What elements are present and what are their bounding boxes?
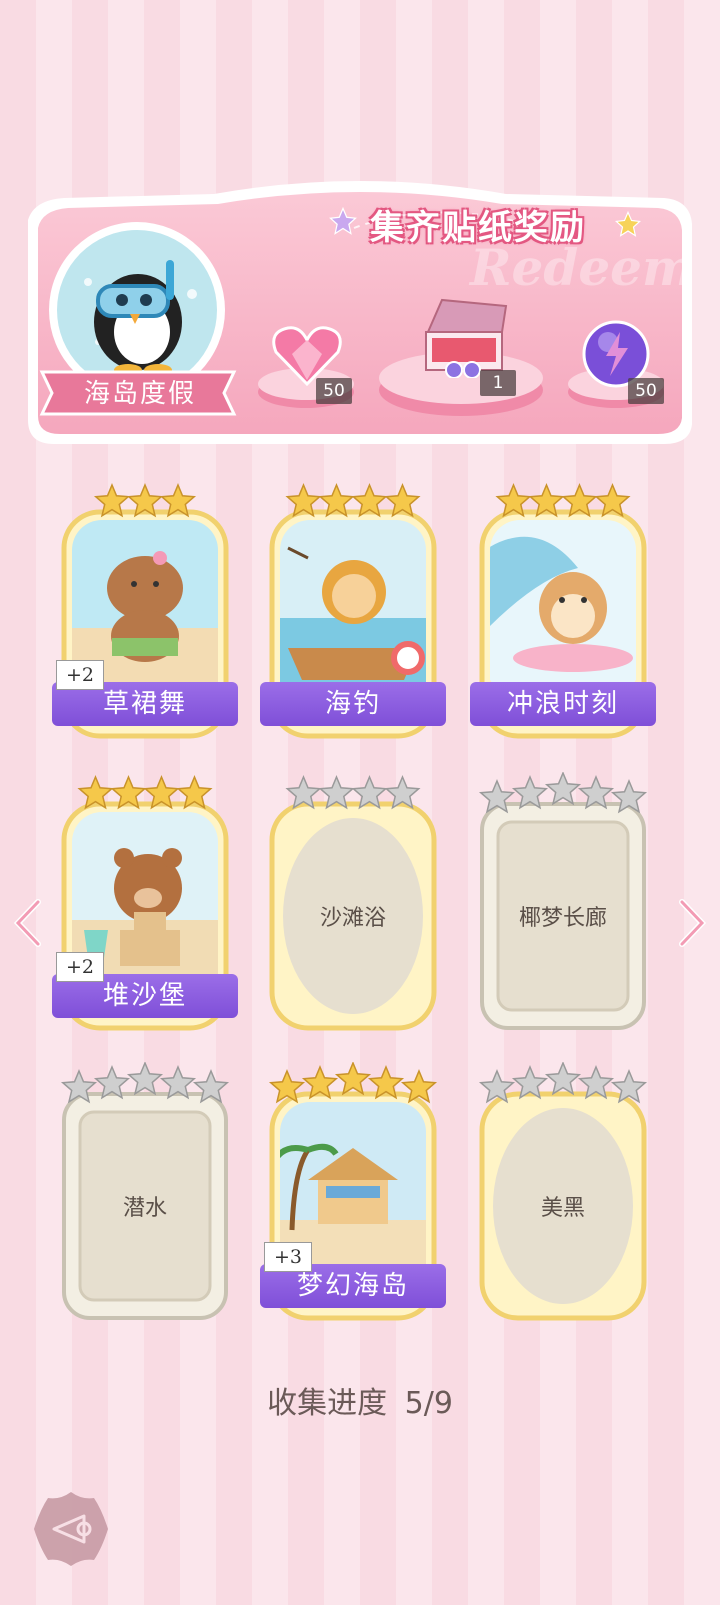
star-icon — [285, 775, 322, 810]
star-icon — [318, 483, 355, 518]
duplicate-count-badge: +2 — [56, 660, 104, 690]
star-icon — [93, 1065, 131, 1100]
star-icon — [318, 775, 355, 810]
star-icon — [126, 483, 164, 518]
star-icon — [60, 1069, 98, 1104]
card-name: 美黑 — [540, 1196, 585, 1221]
star-icon — [400, 1069, 438, 1104]
sticker-card[interactable]: 椰梦长廊 — [478, 772, 648, 1050]
card-name: 沙滩浴 — [319, 906, 386, 931]
card-name: 椰梦长廊 — [518, 906, 607, 931]
star-icon — [110, 775, 147, 810]
star-rating — [285, 483, 421, 518]
card-name: 冲浪时刻 — [470, 682, 656, 726]
star-icon — [301, 1065, 339, 1100]
star-icon — [511, 775, 549, 810]
star-icon — [610, 779, 648, 814]
star-icon — [351, 483, 388, 518]
star-icon — [561, 483, 598, 518]
star-rating — [268, 1062, 438, 1104]
theme-name: 海岛度假 — [83, 379, 196, 409]
card-name: 海钓 — [260, 682, 446, 726]
star-icon — [143, 775, 180, 810]
progress-label: 收集进度 — [267, 1386, 388, 1421]
star-icon — [577, 775, 615, 810]
sticker-card[interactable]: 潜水 — [60, 1062, 230, 1340]
star-icon — [159, 1065, 197, 1100]
star-icon — [93, 483, 131, 518]
star-icon — [367, 1065, 405, 1100]
star-rating — [60, 1062, 230, 1104]
star-icon — [495, 483, 532, 518]
sticker-card[interactable]: 海钓 — [260, 483, 446, 758]
star-rating — [285, 775, 421, 810]
star-icon — [577, 1065, 615, 1100]
star-icon — [610, 1069, 648, 1104]
star-icon — [268, 1069, 306, 1104]
star-icon — [544, 1062, 582, 1096]
back-button[interactable] — [32, 1490, 110, 1568]
sticker-card[interactable]: 梦幻海岛 +3 — [260, 1062, 446, 1340]
progress-value: 5/9 — [404, 1386, 453, 1421]
star-rating — [478, 772, 648, 814]
star-icon — [159, 483, 197, 518]
previous-page-arrow-icon[interactable] — [12, 898, 44, 948]
reward-count-2: 1 — [480, 370, 516, 396]
sticker-card[interactable]: 沙滩浴 — [268, 775, 438, 1050]
star-rating — [77, 775, 213, 810]
reward-count-1: 50 — [316, 378, 352, 404]
star-icon — [544, 772, 582, 806]
star-icon — [351, 775, 388, 810]
card-name: 潜水 — [122, 1196, 167, 1221]
star-icon — [285, 483, 322, 518]
lion-fishing-illustration — [280, 520, 426, 688]
banner-title: 集齐贴纸奖励 — [370, 208, 586, 248]
sticker-card[interactable]: 草裙舞 +2 — [52, 483, 238, 758]
star-icon — [77, 775, 114, 810]
star-icon — [594, 483, 631, 518]
star-icon — [334, 1062, 372, 1096]
reward-count-3: 50 — [628, 378, 664, 404]
sticker-card[interactable]: 堆沙堡 +2 — [52, 775, 238, 1050]
star-icon — [384, 775, 421, 810]
star-icon — [192, 1069, 230, 1104]
collection-progress: 收集进度 5/9 — [0, 1378, 720, 1422]
star-icon — [176, 775, 213, 810]
star-icon — [528, 483, 565, 518]
star-icon — [126, 1062, 164, 1096]
sticker-card[interactable]: 美黑 — [478, 1062, 648, 1340]
next-page-arrow-icon[interactable] — [676, 898, 708, 948]
star-icon — [478, 1069, 516, 1104]
star-icon — [384, 483, 421, 518]
star-icon — [478, 779, 516, 814]
star-rating — [478, 1062, 648, 1104]
purple-star-icon — [329, 206, 357, 235]
duplicate-count-badge: +3 — [264, 1242, 312, 1272]
hamster-surf-illustration — [490, 520, 636, 688]
star-icon — [511, 1065, 549, 1100]
duplicate-count-badge: +2 — [56, 952, 104, 982]
gift-box-icon[interactable] — [418, 296, 510, 378]
sticker-card[interactable]: 冲浪时刻 — [470, 483, 656, 758]
star-rating — [495, 483, 631, 518]
star-rating — [93, 483, 197, 518]
